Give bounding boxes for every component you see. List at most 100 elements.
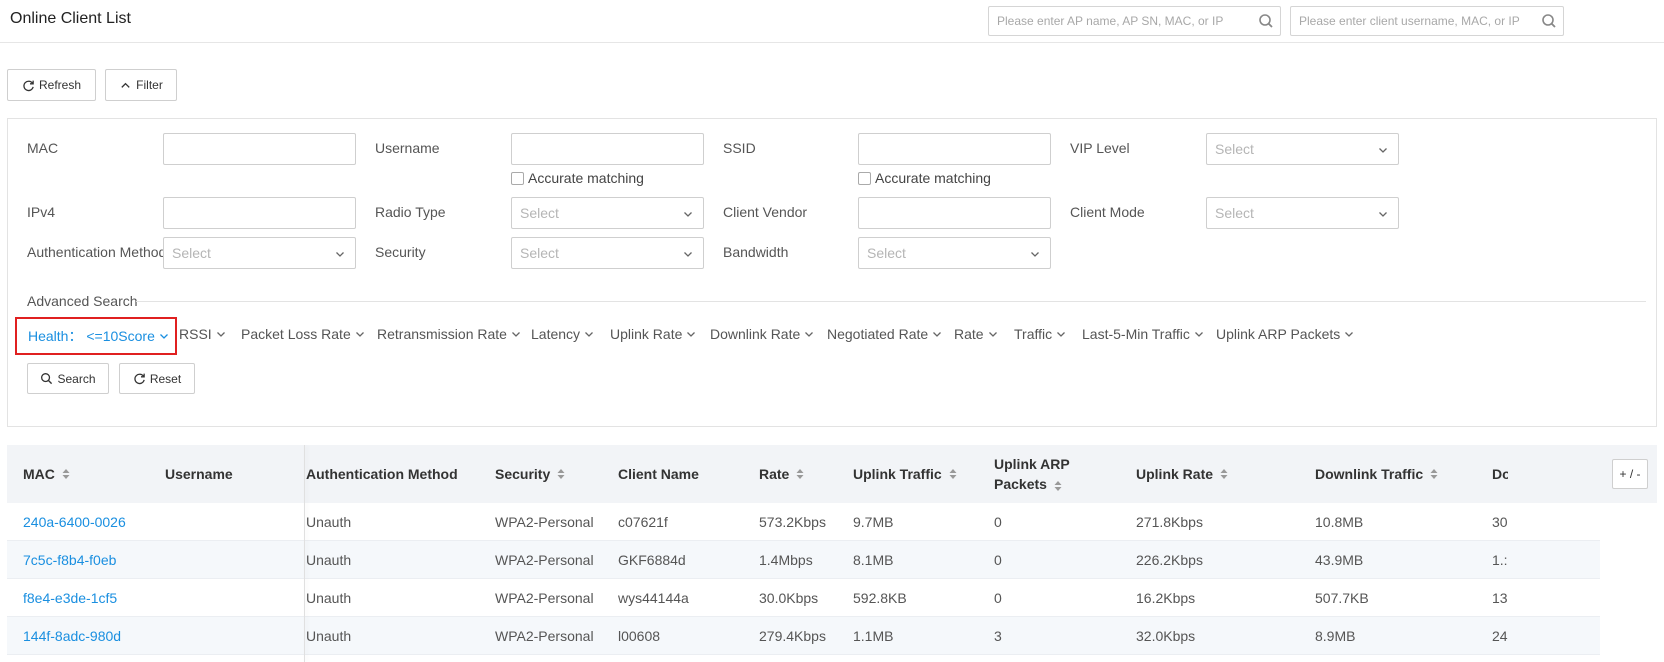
- ipv4-input[interactable]: [164, 198, 355, 228]
- search-icon[interactable]: [1258, 13, 1274, 29]
- uplink-rate-cell: 32.0Kbps: [1136, 628, 1196, 644]
- mac-input[interactable]: [164, 134, 355, 164]
- mac-link[interactable]: f8e4-e3de-1cf5: [23, 579, 117, 617]
- chip-health[interactable]: Health： <=10Score: [15, 317, 177, 355]
- vip-level-select[interactable]: Select: [1206, 133, 1399, 165]
- fixed-column-divider: [304, 445, 305, 662]
- column-header-uplink-arp-packets[interactable]: Uplink ARP Packets: [994, 445, 1084, 503]
- column-header-uplink-rate[interactable]: Uplink Rate: [1136, 445, 1228, 503]
- client-vendor-input[interactable]: [859, 198, 1050, 228]
- rate-cell: 573.2Kbps: [759, 514, 826, 530]
- ssid-accurate-checkbox[interactable]: Accurate matching: [858, 170, 991, 186]
- select-placeholder: Select: [520, 205, 559, 221]
- username-accurate-checkbox[interactable]: Accurate matching: [511, 170, 644, 186]
- security-cell: WPA2-Personal: [495, 628, 594, 644]
- sort-icon[interactable]: [1430, 468, 1438, 480]
- chip-label: Rate: [954, 326, 984, 342]
- search-icon: [41, 373, 53, 385]
- chip-label: Latency: [531, 326, 581, 342]
- chip-traffic[interactable]: Traffic: [1014, 326, 1066, 342]
- security-select[interactable]: Select: [511, 237, 704, 269]
- username-field[interactable]: [511, 133, 704, 165]
- column-header-mac[interactable]: MAC: [23, 445, 70, 503]
- chip-rssi[interactable]: RSSI: [179, 326, 226, 342]
- rate-cell: 1.4Mbps: [759, 552, 813, 568]
- chip-rate[interactable]: Rate: [954, 326, 998, 342]
- client-vendor-field[interactable]: [858, 197, 1051, 229]
- select-placeholder: Select: [867, 245, 906, 261]
- downlink-partial-cell: 24: [1492, 628, 1508, 644]
- mac-label: MAC: [27, 140, 59, 156]
- filter-label: Filter: [136, 78, 163, 92]
- checkbox-box[interactable]: [511, 171, 524, 185]
- column-label: Authentication Method: [306, 466, 458, 482]
- ssid-input[interactable]: [859, 134, 1050, 164]
- chevron-down-icon: [336, 252, 344, 257]
- client-table: MAC Username Authentication Method Secur…: [7, 445, 1657, 662]
- column-label: MAC: [23, 466, 55, 482]
- sort-icon[interactable]: [796, 468, 804, 480]
- chip-downlink-rate[interactable]: Downlink Rate: [710, 326, 814, 342]
- reset-button[interactable]: Reset: [119, 363, 195, 394]
- ap-search-input[interactable]: [989, 7, 1280, 35]
- client-name-cell: c07621f: [618, 514, 668, 530]
- chevron-down-icon: [216, 332, 225, 337]
- chip-uplink-arp-packets[interactable]: Uplink ARP Packets: [1216, 326, 1354, 342]
- refresh-icon: [134, 373, 145, 385]
- client-name-cell: GKF6884d: [618, 552, 686, 568]
- chevron-down-icon: [684, 212, 692, 217]
- search-button[interactable]: Search: [27, 363, 109, 394]
- chip-negotiated-rate[interactable]: Negotiated Rate: [827, 326, 942, 342]
- mac-link[interactable]: 240a-6400-0026: [23, 503, 126, 541]
- bandwidth-select[interactable]: Select: [858, 237, 1051, 269]
- chip-packet-loss-rate[interactable]: Packet Loss Rate: [241, 326, 365, 342]
- column-header-rate[interactable]: Rate: [759, 445, 804, 503]
- radio-type-select[interactable]: Select: [511, 197, 704, 229]
- column-header-security[interactable]: Security: [495, 445, 565, 503]
- client-search-input[interactable]: [1291, 7, 1563, 35]
- chip-last-5-min-traffic[interactable]: Last-5-Min Traffic: [1082, 326, 1204, 342]
- chip-label: Retransmission Rate: [377, 326, 507, 342]
- filter-toggle-button[interactable]: Filter: [105, 69, 177, 101]
- ssid-field[interactable]: [858, 133, 1051, 165]
- ssid-label: SSID: [723, 140, 756, 156]
- checkbox-box[interactable]: [858, 171, 871, 185]
- chevron-down-icon: [988, 332, 997, 337]
- ap-search-box[interactable]: [988, 6, 1281, 36]
- auth-method-cell: Unauth: [306, 552, 352, 568]
- refresh-button[interactable]: Refresh: [7, 69, 96, 101]
- client-mode-select[interactable]: Select: [1206, 197, 1399, 229]
- downlink-partial-cell: 13: [1492, 590, 1508, 606]
- mac-link[interactable]: 144f-8adc-980d: [23, 617, 121, 655]
- chip-label: Downlink Rate: [710, 326, 801, 342]
- chevron-down-icon: [933, 332, 942, 337]
- chip-latency[interactable]: Latency: [531, 326, 594, 342]
- column-header-uplink-traffic[interactable]: Uplink Traffic: [853, 445, 957, 503]
- chip-uplink-rate[interactable]: Uplink Rate: [610, 326, 696, 342]
- uplink-traffic-cell: 592.8KB: [853, 590, 907, 606]
- sort-icon[interactable]: [62, 468, 70, 480]
- column-header-downlink-traffic[interactable]: Downlink Traffic: [1315, 445, 1438, 503]
- mac-field[interactable]: [163, 133, 356, 165]
- chevron-down-icon: [511, 332, 520, 337]
- column-header-authentication-method: Authentication Method: [306, 445, 458, 503]
- column-settings-button[interactable]: + / -: [1612, 459, 1648, 489]
- username-input[interactable]: [512, 134, 703, 164]
- chip-retransmission-rate[interactable]: Retransmission Rate: [377, 326, 521, 342]
- client-search-box[interactable]: [1290, 6, 1564, 36]
- chevron-down-icon: [684, 252, 692, 257]
- chevron-down-icon: [1031, 252, 1039, 257]
- auth-method-cell: Unauth: [306, 514, 352, 530]
- sort-icon[interactable]: [1220, 468, 1228, 480]
- chip-label: Uplink ARP Packets: [1216, 326, 1341, 342]
- search-icon[interactable]: [1541, 13, 1557, 29]
- security-cell: WPA2-Personal: [495, 590, 594, 606]
- column-label: Username: [165, 466, 233, 482]
- sort-icon[interactable]: [949, 468, 957, 480]
- auth-method-select[interactable]: Select: [163, 237, 356, 269]
- sort-icon[interactable]: [557, 468, 565, 480]
- ipv4-field[interactable]: [163, 197, 356, 229]
- sort-icon[interactable]: [1054, 480, 1062, 492]
- chevron-up-icon: [121, 82, 130, 88]
- mac-link[interactable]: 7c5c-f8b4-f0eb: [23, 541, 116, 579]
